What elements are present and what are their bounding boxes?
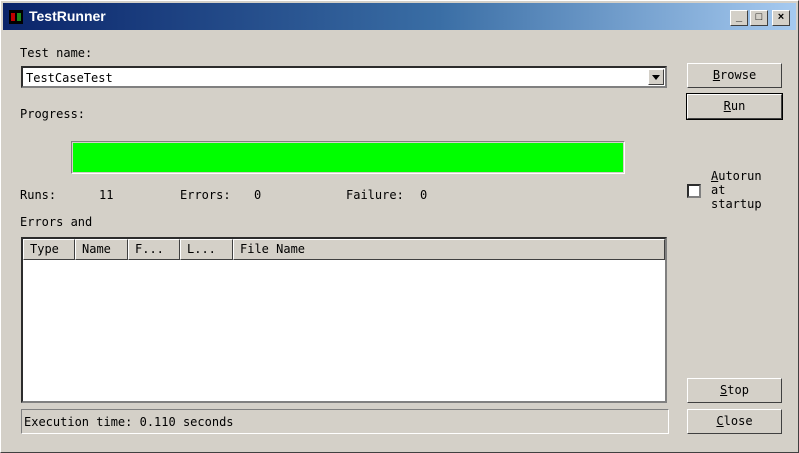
title-bar[interactable]: TestRunner _ □ ×	[3, 3, 796, 30]
close-label: lose	[723, 414, 753, 428]
failure-label: Failure:	[346, 188, 404, 202]
maximize-button[interactable]: □	[750, 10, 768, 26]
errors-label: Errors:	[180, 188, 231, 202]
errors-table[interactable]: Type Name F... L... File Name	[21, 237, 667, 403]
progress-label: Progress:	[20, 107, 86, 121]
testrunner-window: TestRunner _ □ × Test name: TestCaseTest…	[0, 0, 799, 453]
test-name-label: Test name:	[20, 46, 93, 60]
browse-accel: B	[712, 68, 721, 82]
test-name-combobox[interactable]: TestCaseTest	[21, 66, 667, 88]
browse-label: rowse	[720, 68, 757, 82]
runs-value: 11	[99, 188, 114, 202]
progress-bar	[71, 141, 625, 174]
close-window-button[interactable]: ×	[772, 10, 790, 26]
close-accel: C	[716, 414, 724, 428]
browse-button[interactable]: Browse	[687, 63, 782, 88]
progress-fill	[73, 143, 623, 172]
window-title: TestRunner	[29, 8, 106, 24]
minimize-icon: _	[735, 11, 743, 23]
run-button[interactable]: Run	[686, 93, 783, 120]
maximize-icon: □	[755, 11, 763, 23]
close-icon: ×	[777, 11, 785, 23]
close-button[interactable]: Close	[687, 409, 782, 434]
execution-time-text: Execution time: 0.110 seconds	[24, 415, 234, 429]
autorun-text: utorun at startup	[711, 169, 762, 211]
run-label: un	[730, 99, 746, 113]
column-header-file[interactable]: F...	[128, 239, 180, 260]
minimize-button[interactable]: _	[730, 10, 748, 26]
stop-button[interactable]: Stop	[687, 378, 782, 403]
column-header-type[interactable]: Type	[23, 239, 75, 260]
errors-value: 0	[254, 188, 262, 202]
failure-value: 0	[420, 188, 428, 202]
autorun-label[interactable]: Autorun at startup	[711, 169, 781, 211]
chevron-down-icon[interactable]	[648, 69, 664, 85]
run-accel: R	[723, 99, 731, 113]
app-icon	[9, 10, 23, 24]
errors-section-label: Errors and	[20, 215, 93, 229]
test-name-value: TestCaseTest	[26, 71, 113, 85]
autorun-checkbox[interactable]	[687, 184, 701, 198]
column-header-line[interactable]: L...	[180, 239, 233, 260]
column-header-name[interactable]: Name	[75, 239, 128, 260]
runs-label: Runs:	[20, 188, 57, 202]
column-header-file-name[interactable]: File Name	[233, 239, 665, 260]
stop-label: top	[727, 383, 749, 397]
table-header: Type Name F... L... File Name	[23, 239, 665, 260]
status-bar: Execution time: 0.110 seconds	[21, 409, 669, 434]
